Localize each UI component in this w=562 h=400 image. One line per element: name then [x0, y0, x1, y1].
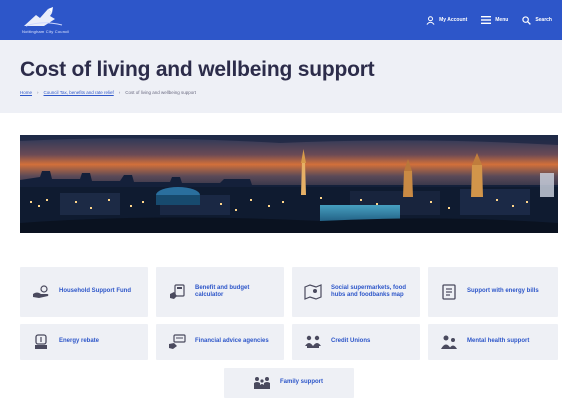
- logo-text: Nottingham City Council: [22, 29, 70, 34]
- my-account-label: My Account: [439, 17, 468, 23]
- card-energy-bills-support[interactable]: Support with energy bills: [428, 267, 558, 317]
- breadcrumb-council-tax[interactable]: Council Tax, benefits and rate relief: [44, 90, 114, 95]
- card-credit-unions[interactable]: Credit Unions: [292, 324, 420, 360]
- council-logo[interactable]: Nottingham City Council: [22, 6, 74, 34]
- card-label: Support with energy bills: [467, 288, 539, 295]
- breadcrumb-separator-icon: ›: [118, 90, 121, 95]
- card-family-support[interactable]: Family support: [224, 368, 354, 398]
- mental-health-icon: [440, 333, 458, 351]
- hamburger-icon: [481, 16, 492, 24]
- hero-image: [20, 135, 558, 233]
- card-household-support-fund[interactable]: Household Support Fund: [20, 267, 148, 317]
- breadcrumb-home[interactable]: Home: [20, 90, 32, 95]
- search-label: Search: [535, 17, 552, 23]
- card-energy-rebate[interactable]: Energy rebate: [20, 324, 148, 360]
- card-label: Energy rebate: [59, 338, 100, 345]
- bill-icon: [440, 283, 458, 301]
- card-label: Family support: [279, 379, 323, 386]
- calculator-hand-icon: [168, 283, 186, 301]
- title-band: Cost of living and wellbeing support Hom…: [0, 40, 562, 113]
- search-button[interactable]: Search: [522, 15, 552, 25]
- breadcrumb-separator-icon: ›: [37, 90, 39, 95]
- breadcrumb: Home › Council Tax, benefits and rate re…: [20, 90, 562, 95]
- card-label: Household Support Fund: [59, 288, 131, 295]
- card-benefit-budget-calculator[interactable]: Benefit and budget calculator: [156, 267, 284, 317]
- card-label: Credit Unions: [331, 338, 371, 345]
- card-mental-health-support[interactable]: Mental health support: [428, 324, 558, 360]
- castle-logo-icon: [24, 7, 63, 27]
- energy-icon: [32, 333, 50, 351]
- people-icon: [304, 333, 322, 351]
- card-financial-advice[interactable]: Financial advice agencies: [156, 324, 284, 360]
- search-icon: [522, 15, 532, 25]
- breadcrumb-current: Cost of living and wellbeing support: [125, 90, 197, 95]
- family-icon: [253, 374, 271, 392]
- menu-label: Menu: [495, 17, 509, 23]
- user-icon: [426, 15, 435, 25]
- card-food-support-map[interactable]: Social supermarkets, food hubs and foodb…: [292, 267, 420, 317]
- card-label: Financial advice agencies: [195, 338, 269, 345]
- city-skyline-image: [20, 135, 558, 233]
- page-title: Cost of living and wellbeing support: [20, 58, 375, 81]
- hands-coins-icon: [32, 283, 50, 301]
- menu-button[interactable]: Menu: [481, 16, 508, 24]
- map-icon: [304, 283, 322, 301]
- header-nav: My Account Menu Search: [426, 15, 552, 25]
- card-label: Benefit and budget calculator: [195, 284, 250, 299]
- my-account-link[interactable]: My Account: [426, 15, 468, 25]
- site-header: Nottingham City Council My Account Menu …: [0, 0, 562, 40]
- advice-icon: [168, 333, 186, 351]
- card-label: Mental health support: [467, 338, 530, 345]
- card-label: Social supermarkets, food hubs and foodb…: [331, 284, 407, 299]
